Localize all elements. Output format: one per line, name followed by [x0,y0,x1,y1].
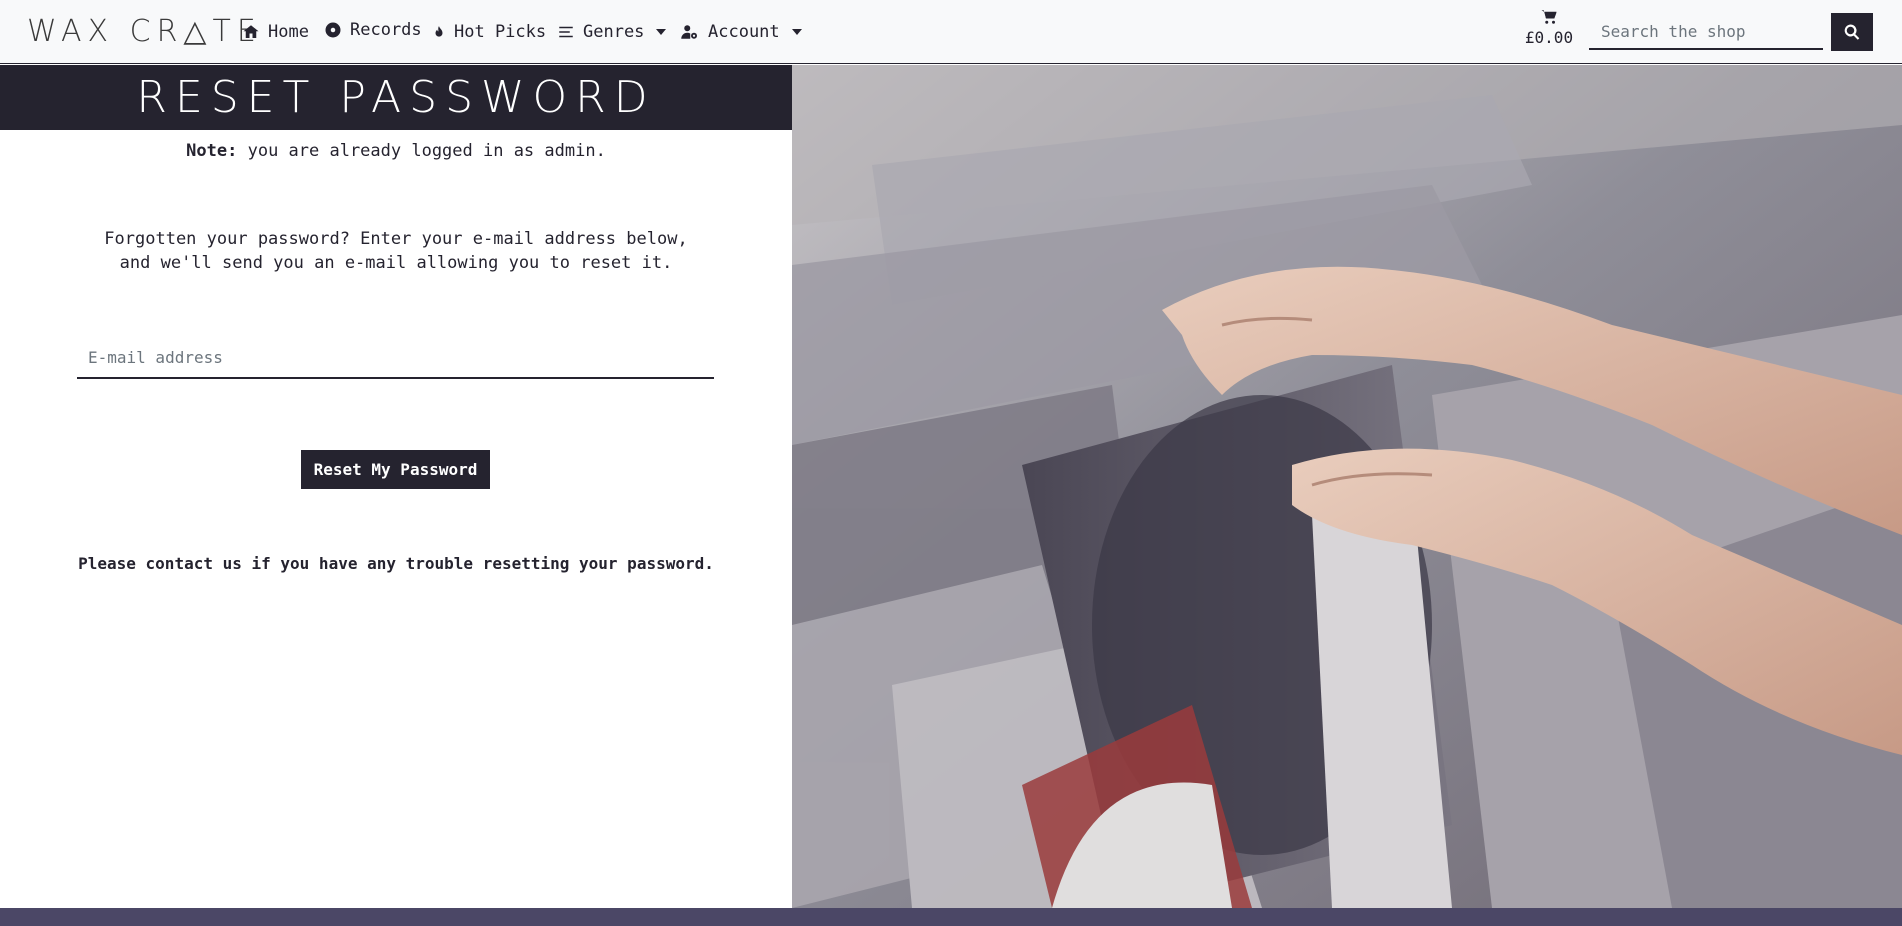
cart-icon [1541,10,1557,24]
nav-genres-dropdown[interactable]: Genres [557,20,667,44]
list-icon [559,26,573,38]
note-text: you are already logged in as admin. [237,141,606,161]
record-browsing-illustration [792,65,1902,908]
chevron-down-icon [791,29,802,35]
nav-hot-picks[interactable]: Hot Picks [432,20,546,44]
record-icon [325,22,341,38]
nav-home[interactable]: Home [242,20,309,44]
intro-text: Forgotten your password? Enter your e-ma… [104,229,688,273]
brand-logo[interactable]: WAX CR△TE [27,14,262,49]
nav-hot-picks-label: Hot Picks [454,22,547,42]
nav-records-label: Records [350,20,422,40]
page-title-bar: Reset Password [0,65,792,130]
fire-icon [435,26,443,37]
search-icon [1844,24,1860,40]
nav-account-label: Account [708,22,780,42]
contact-text: Please contact us if you have any troubl… [78,554,714,573]
home-icon [243,25,259,38]
search-input[interactable] [1589,14,1823,50]
logged-in-note: Note: you are already logged in as admin… [0,141,792,161]
nav-genres-label: Genres [583,22,645,42]
email-field[interactable] [77,337,714,379]
cart-total: £0.00 [1524,28,1574,47]
footer-bar [0,908,1902,926]
page-title: Reset Password [136,72,656,123]
top-navbar: WAX CR△TE Home Records Hot Picks Genres … [0,0,1902,64]
chevron-down-icon [656,29,667,35]
nav-records[interactable]: Records [324,18,422,42]
note-label: Note: [186,141,238,161]
reset-password-panel: Reset Password Note: you are already log… [0,65,792,908]
nav-home-label: Home [268,22,309,42]
nav-account-dropdown[interactable]: Account [679,20,802,44]
cart-button[interactable]: £0.00 [1518,8,1580,47]
user-cog-icon [681,25,697,39]
hero-photo-record-crates [792,65,1902,908]
reset-password-button[interactable]: Reset My Password [301,450,490,489]
search-button[interactable] [1831,13,1873,51]
